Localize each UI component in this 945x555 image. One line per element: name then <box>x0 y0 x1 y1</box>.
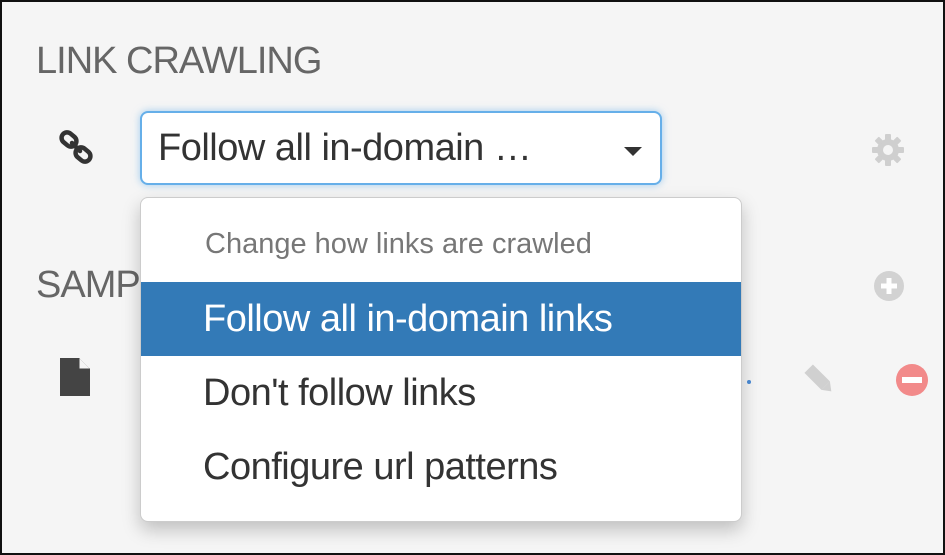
chevron-down-icon <box>624 147 642 156</box>
crawl-mode-value: Follow all in-domain … <box>158 127 532 169</box>
document-icon <box>60 358 90 401</box>
minus-circle-icon[interactable] <box>894 362 930 403</box>
link-icon <box>58 128 98 173</box>
gear-icon[interactable] <box>870 132 906 173</box>
link-crawling-heading: LINK CRAWLING <box>36 40 322 82</box>
menu-item-configure-url-patterns[interactable]: Configure url patterns <box>141 430 741 504</box>
panel: LINK CRAWLING Follow all in-domain … SAM… <box>0 0 945 555</box>
crawl-mode-select[interactable]: Follow all in-domain … <box>140 111 662 185</box>
plus-circle-icon[interactable] <box>872 269 906 308</box>
menu-item-dont-follow-links[interactable]: Don't follow links <box>141 356 741 430</box>
truncation-dot <box>747 380 751 384</box>
menu-item-follow-all-in-domain-links[interactable]: Follow all in-domain links <box>141 282 741 356</box>
pencil-icon[interactable] <box>802 362 838 403</box>
crawl-mode-dropdown-menu: Change how links are crawled Follow all … <box>140 197 742 522</box>
dropdown-header: Change how links are crawled <box>205 228 592 260</box>
